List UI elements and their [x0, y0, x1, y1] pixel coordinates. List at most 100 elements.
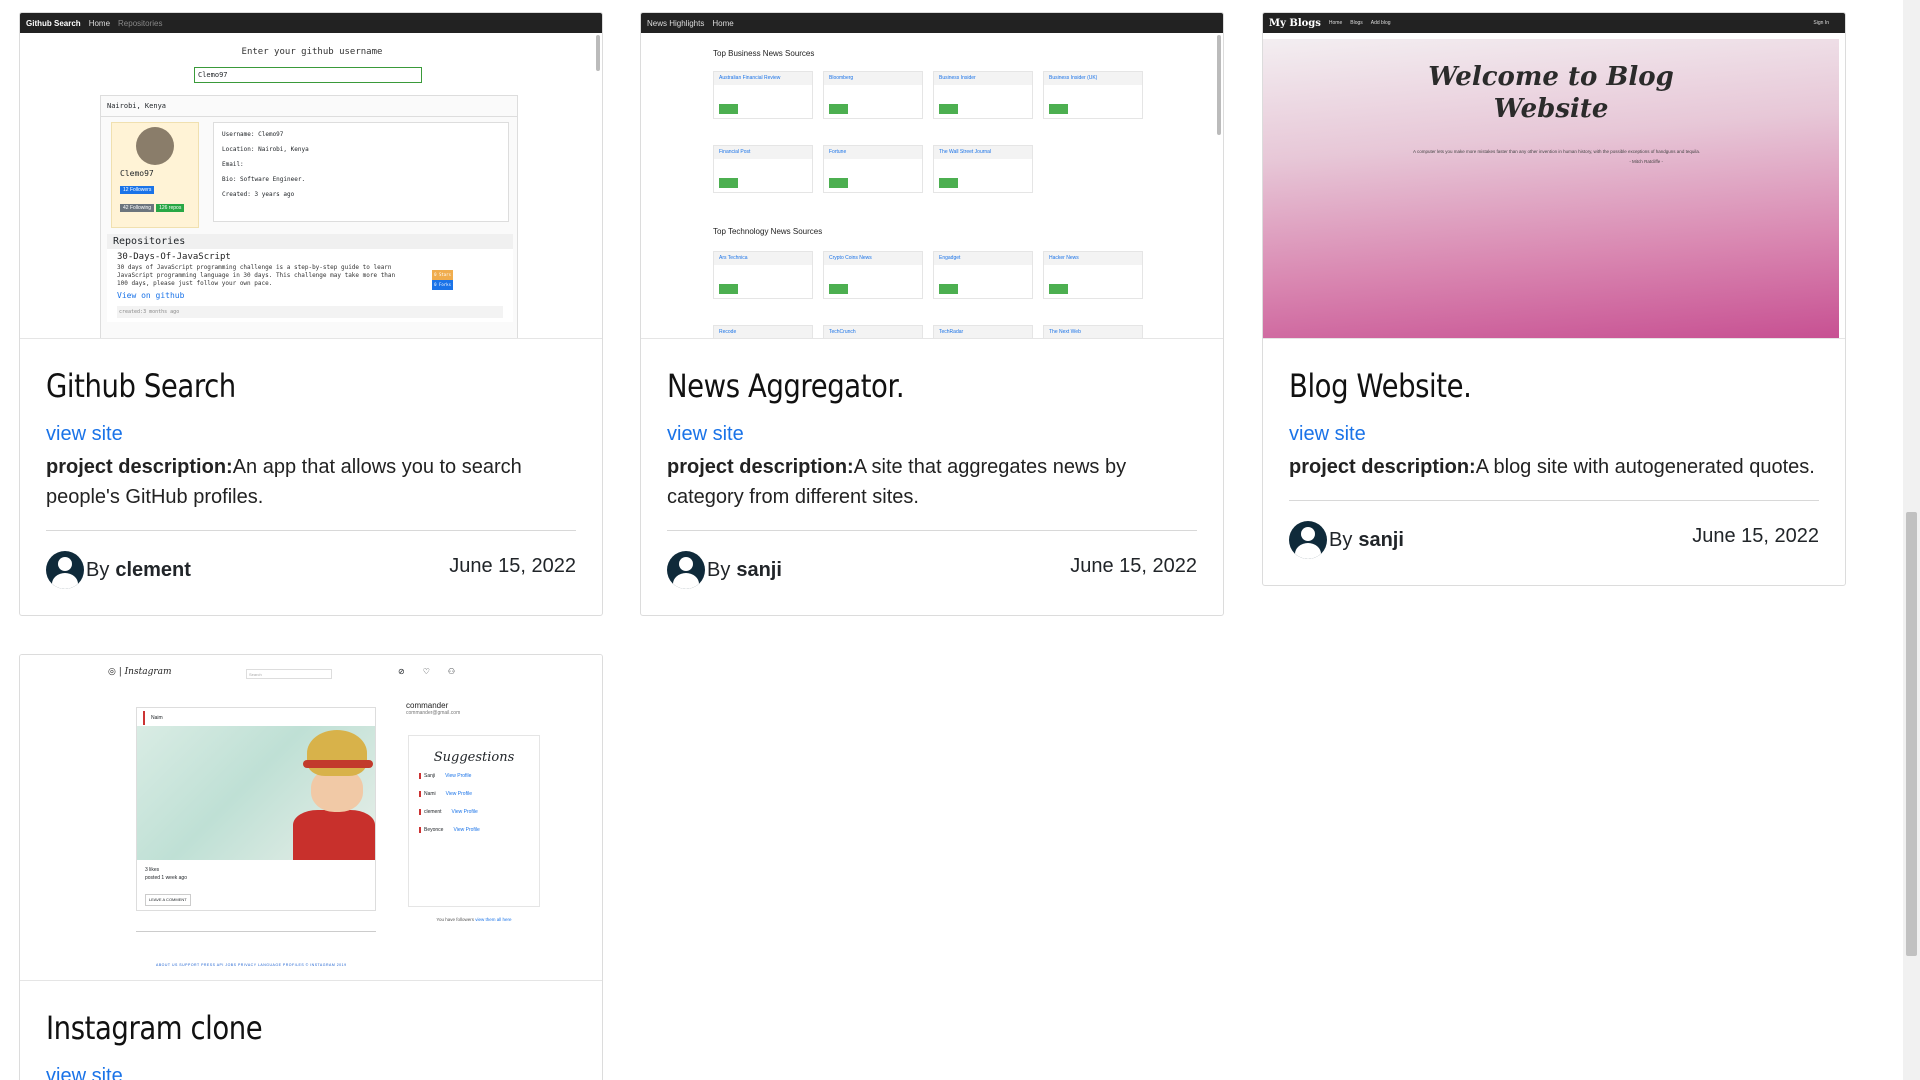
card-body: Github Search view site project descript… — [20, 367, 602, 615]
preview-news-tile-title: TechRadar — [934, 326, 1032, 338]
preview-news-tile: Ars Technica — [713, 251, 813, 299]
preview-nav-home: Home — [712, 18, 734, 28]
preview-suggestions-title: Suggestions — [433, 750, 515, 765]
preview-navbar: Github Search Home Repositories — [20, 13, 602, 33]
description-label: project description: — [46, 456, 233, 478]
preview-news-tile-button — [719, 104, 739, 114]
preview-suggestion-name: clement — [424, 809, 442, 815]
preview-news-tile-title: The Next Web — [1044, 326, 1142, 338]
project-card-blog-website: My Blogs Home Blogs Add blog Sign In Wel… — [1262, 12, 1846, 586]
preview-repo-forks: 0 Forks — [432, 280, 453, 290]
post-date: June 15, 2022 — [1692, 525, 1819, 547]
preview-suggestion-list: Sanji View Profile Nami View Profile clement… — [409, 773, 539, 833]
post-date: June 15, 2022 — [449, 555, 576, 577]
preview-brand: My Blogs — [1269, 17, 1321, 29]
preview-suggestion-row: clement View Profile — [419, 809, 539, 815]
preview-suggestion-row: Nami View Profile — [419, 791, 539, 797]
preview-news-tile: Bloomberg — [823, 71, 923, 119]
project-screenshot[interactable]: Github Search Home Repositories Enter yo… — [20, 13, 602, 339]
preview-profile-box: Clemo97 12 Followers 42 Following 126 rep… — [111, 122, 199, 228]
preview-avatar — [136, 127, 174, 165]
preview-quote-text: A computer lets you make more mistakes f… — [1413, 149, 1701, 154]
preview-repos-heading: Repositories — [107, 234, 513, 249]
preview-suggestion-name: Nami — [424, 791, 436, 797]
preview-news-tile-title: Engadget — [934, 252, 1032, 265]
view-site-link[interactable]: view site — [1289, 423, 1366, 446]
preview-repo-item: 30-Days-Of-JavaScript 0 Stars 0 Forks 30… — [107, 249, 513, 322]
preview-news-tile-body — [934, 85, 1032, 118]
view-site-link[interactable]: view site — [667, 423, 744, 446]
project-card-github-search: Github Search Home Repositories Enter yo… — [19, 12, 603, 616]
project-title: News Aggregator. — [667, 367, 905, 405]
author-info: By clement — [46, 551, 191, 589]
author-info: By sanji — [1289, 521, 1404, 559]
preview-quote-author: - Mitch Ratcliffe - — [1629, 159, 1663, 164]
preview-news-tile: Crypto Coins News — [823, 251, 923, 299]
preview-figure-shirt — [293, 810, 375, 860]
preview-nav-icons: ⊘♡⚇ — [398, 667, 473, 676]
description-text: A blog site with autogenerated quotes. — [1475, 456, 1815, 478]
card-body: News Aggregator. view site project descr… — [641, 367, 1223, 615]
preview-news-tile-title: Business Insider — [934, 72, 1032, 85]
preview-info-box: Username: Clemo97 Location: Nairobi, Ken… — [213, 122, 509, 222]
preview-prompt: Enter your github username — [241, 47, 383, 57]
preview-brand-text: Instagram — [124, 667, 172, 677]
project-screenshot[interactable]: ◎ | Instagram Search ⊘♡⚇ Naim 3 likes po… — [20, 655, 602, 981]
preview-news-tile-body — [824, 159, 922, 192]
preview-post-time: posted 1 week ago — [145, 875, 187, 881]
preview-news-tile-body — [824, 85, 922, 118]
preview-news-tile-title: TechCrunch — [824, 326, 922, 338]
author-name: sanji — [736, 558, 782, 581]
preview-footer-links: ABOUT US SUPPORT PRESS API JOBS PRIVACY … — [156, 963, 347, 967]
preview-suggestion-link: View Profile — [445, 773, 472, 779]
preview-news-tile-button — [719, 284, 739, 294]
preview-news-tile: Australian Financial Review — [713, 71, 813, 119]
preview-news-tile-body — [934, 265, 1032, 298]
preview-news-tile-button — [829, 284, 849, 294]
camera-icon: ◎ — [108, 667, 116, 677]
preview-nav-home: Home — [1328, 20, 1343, 26]
preview-post: Naim 3 likes posted 1 week ago LEAVE A C… — [136, 707, 376, 911]
user-avatar-icon — [1289, 521, 1327, 559]
preview-nav-addblog: Add blog — [1370, 20, 1391, 26]
project-screenshot[interactable]: My Blogs Home Blogs Add blog Sign In Wel… — [1263, 13, 1845, 339]
preview-section-tech: Top Technology News Sources — [713, 227, 823, 236]
card-divider — [46, 530, 576, 531]
preview-news-tile-button — [939, 178, 959, 188]
view-site-link[interactable]: view site — [46, 1065, 123, 1080]
scrollbar-thumb[interactable] — [1906, 512, 1917, 956]
preview-suggestion-link: View Profile — [451, 809, 478, 815]
project-screenshot[interactable]: News Highlights Home Top Business News S… — [641, 13, 1223, 339]
page-scrollbar[interactable] — [1903, 0, 1920, 1080]
card-body: Blog Website. view site project descript… — [1263, 367, 1845, 585]
heart-icon: ♡ — [422, 667, 448, 676]
person-icon: ⚇ — [447, 667, 474, 676]
preview-repo-desc: 30 days of JavaScript programming challe… — [117, 264, 396, 287]
portfolio-page: Github Search Home Repositories Enter yo… — [0, 0, 1920, 1080]
compass-icon: ⊘ — [398, 667, 423, 676]
project-title: Github Search — [46, 367, 236, 405]
preview-repo-link: View on github — [117, 291, 185, 300]
preview-news-tile-title: Australian Financial Review — [714, 72, 812, 85]
preview-navbar: My Blogs Home Blogs Add blog Sign In — [1263, 13, 1845, 33]
preview-post-likes: 3 likes — [145, 867, 160, 873]
preview-news-tile: Business Insider (UK) — [1043, 71, 1143, 119]
user-avatar-icon — [46, 551, 84, 589]
preview-info-username: Username: Clemo97 — [222, 131, 284, 138]
post-date: June 15, 2022 — [1070, 555, 1197, 577]
preview-quote: A computer lets you make more mistakes f… — [1413, 149, 1703, 165]
preview-news-tile: Hacker News — [1043, 251, 1143, 299]
preview-news-tile-button — [939, 284, 959, 294]
preview-nav-home: Home — [88, 18, 111, 28]
preview-news-tile-button — [719, 178, 739, 188]
preview-username: Clemo97 — [120, 169, 154, 178]
preview-brand: News Highlights — [647, 18, 705, 28]
preview-news-tile-button — [829, 104, 849, 114]
preview-suggestion-name: Sanji — [424, 773, 436, 779]
view-site-link[interactable]: view site — [46, 423, 123, 446]
project-card-instagram-clone: ◎ | Instagram Search ⊘♡⚇ Naim 3 likes po… — [19, 654, 603, 1080]
preview-news-tile: Recode — [713, 325, 813, 338]
preview-followers-badge: 12 Followers — [120, 186, 155, 194]
preview-news-tile-title: Financial Post — [714, 146, 812, 159]
preview-news-tile-title: Bloomberg — [824, 72, 922, 85]
